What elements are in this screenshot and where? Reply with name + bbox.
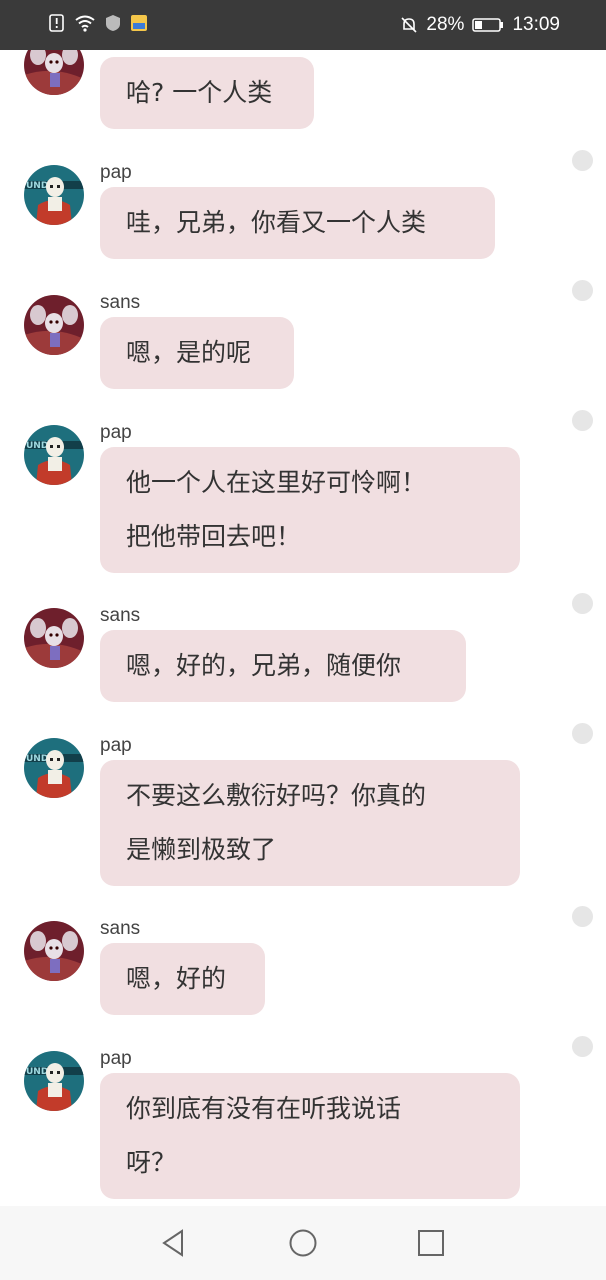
sender-name: pap bbox=[100, 162, 132, 183]
message-text: 呀？ bbox=[126, 1148, 177, 1177]
message-bubble[interactable]: 不要这么敷衍好吗？你真的 是懒到极致了 bbox=[100, 760, 520, 886]
sender-name: pap bbox=[100, 1048, 132, 1069]
message-bubble[interactable]: 你到底有没有在听我说话 呀？ bbox=[100, 1073, 520, 1199]
avatar[interactable] bbox=[24, 608, 84, 668]
sender-name: sans bbox=[100, 918, 141, 939]
battery-icon bbox=[472, 18, 504, 32]
avatar[interactable] bbox=[24, 921, 84, 981]
avatar[interactable] bbox=[24, 50, 84, 95]
avatar[interactable]: UNDE bbox=[24, 165, 84, 225]
recents-square-icon[interactable] bbox=[416, 1228, 446, 1258]
avatar[interactable]: UNDE bbox=[24, 1051, 84, 1111]
wifi-icon bbox=[75, 15, 95, 32]
read-status-dot bbox=[572, 593, 593, 614]
home-circle-icon[interactable] bbox=[288, 1228, 318, 1258]
status-right: 28% 13:09 bbox=[400, 14, 560, 36]
status-bar: 28% 13:09 bbox=[0, 0, 606, 50]
sender-name: sans bbox=[100, 605, 141, 626]
message-bubble[interactable]: 哈? 一个人类 bbox=[100, 57, 314, 129]
read-status-dot bbox=[572, 723, 593, 744]
avatar[interactable]: UNDE bbox=[24, 738, 84, 798]
shield-icon bbox=[106, 15, 120, 31]
sender-name: sans bbox=[100, 292, 141, 313]
message-text: 哈? 一个人类 bbox=[126, 78, 273, 107]
alert-icon bbox=[49, 14, 64, 32]
mute-bell-icon bbox=[401, 17, 417, 33]
message-bubble[interactable]: 嗯，好的，兄弟，随便你 bbox=[100, 630, 466, 702]
read-status-dot bbox=[572, 410, 593, 431]
message-bubble[interactable]: 嗯，好的 bbox=[100, 943, 265, 1015]
message-text: 是懒到极致了 bbox=[126, 835, 277, 864]
message-text: 嗯，是的呢 bbox=[126, 338, 252, 367]
chat-area[interactable]: 哈? 一个人类 UNDE pap 哇，兄弟，你看又一个人类 sans 嗯，是的呢 UNDE p… bbox=[0, 50, 606, 1206]
back-triangle-icon[interactable] bbox=[160, 1228, 190, 1258]
message-bubble[interactable]: 哇，兄弟，你看又一个人类 bbox=[100, 187, 495, 259]
message-text: 把他带回去吧！ bbox=[126, 522, 302, 551]
status-left-icons bbox=[48, 14, 148, 32]
sender-name: pap bbox=[100, 422, 132, 443]
message-text: 他一个人在这里好可怜啊！ bbox=[126, 468, 427, 497]
sender-name: pap bbox=[100, 735, 132, 756]
message-text: 哇，兄弟，你看又一个人类 bbox=[126, 208, 427, 237]
avatar[interactable]: UNDE bbox=[24, 425, 84, 485]
message-bubble[interactable]: 他一个人在这里好可怜啊！ 把他带回去吧！ bbox=[100, 447, 520, 573]
app-badge-icon bbox=[131, 15, 147, 31]
message-text: 不要这么敷衍好吗？你真的 bbox=[126, 781, 427, 810]
message-text: 你到底有没有在听我说话 bbox=[126, 1094, 402, 1123]
message-text: 嗯，好的，兄弟，随便你 bbox=[126, 651, 402, 680]
battery-percent: 28% bbox=[426, 14, 465, 35]
avatar[interactable] bbox=[24, 295, 84, 355]
read-status-dot bbox=[572, 150, 593, 171]
read-status-dot bbox=[572, 906, 593, 927]
clock: 13:09 bbox=[512, 14, 560, 35]
message-text: 嗯，好的 bbox=[126, 964, 227, 993]
read-status-dot bbox=[572, 280, 593, 301]
message-bubble[interactable]: 嗯，是的呢 bbox=[100, 317, 294, 389]
navigation-bar bbox=[0, 1206, 606, 1280]
read-status-dot bbox=[572, 1036, 593, 1057]
